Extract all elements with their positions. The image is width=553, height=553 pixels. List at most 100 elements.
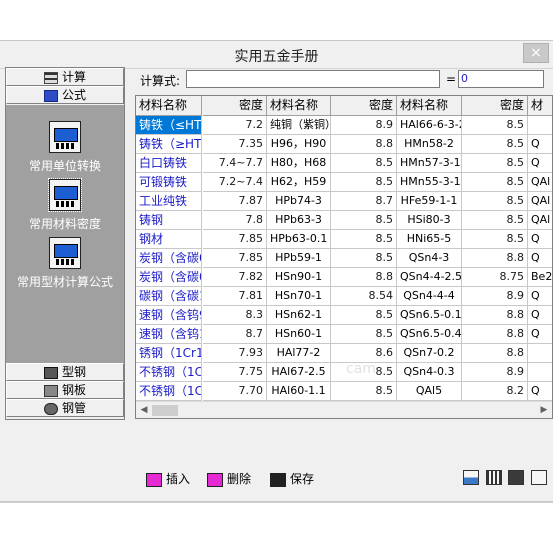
table-cell[interactable]: HPb63-0.1 xyxy=(267,230,331,249)
table-cell[interactable]: 速钢（含钨18 xyxy=(136,325,202,344)
table-cell[interactable]: HAl66-6-3-2 xyxy=(397,116,462,135)
table-cell[interactable]: 锈钢（1Cr18Ni xyxy=(136,344,202,363)
table-cell[interactable]: 7.8 xyxy=(203,211,267,230)
table-cell[interactable]: 7.87 xyxy=(203,192,267,211)
table-cell[interactable]: 炭钢（含碳0.4 xyxy=(136,268,202,287)
table-row[interactable]: 铸铁（≤HT207.2纯铜（紫铜）8.9HAl66-6-3-28.5 xyxy=(136,116,552,135)
table-row[interactable]: 可锻铸铁 7.2~7.4 H62，H59 8.5 HMn55-3-1 8.5 QAl xyxy=(136,173,552,192)
table-row[interactable]: 工业纯铁 7.87 HPb74-3 8.7 HFe59-1-1 8.5 QAl xyxy=(136,192,552,211)
table-cell[interactable]: HSn70-1 xyxy=(267,287,331,306)
table-cell[interactable]: 7.70 xyxy=(203,382,267,401)
table-cell[interactable]: QAl xyxy=(528,173,552,192)
table-cell[interactable]: QAl xyxy=(528,211,552,230)
table-cell[interactable]: Q xyxy=(528,306,552,325)
table-row[interactable]: 速钢（含钨9%8.3HSn62-18.5QSn6.5-0.18.8Q xyxy=(136,306,552,325)
table-cell[interactable]: HAl67-2.5 xyxy=(267,363,331,382)
column-header[interactable]: 密度 xyxy=(331,96,397,116)
table-cell[interactable]: 8.9 xyxy=(462,287,528,306)
print-icon[interactable] xyxy=(508,470,524,485)
table-cell[interactable]: 8.5 xyxy=(462,173,528,192)
scroll-thumb[interactable] xyxy=(152,405,178,416)
table-cell[interactable]: 铸钢 xyxy=(136,211,202,230)
table-cell[interactable]: HPb63-3 xyxy=(267,211,331,230)
table-cell[interactable]: 8.8 xyxy=(462,325,528,344)
table-cell[interactable]: 速钢（含钨9% xyxy=(136,306,202,325)
table-row[interactable]: 不锈钢（1Cr137.75HAl67-2.58.5QSn4-0.38.9 xyxy=(136,363,552,382)
table-cell[interactable]: HMn57-3-1 xyxy=(397,154,462,173)
table-cell[interactable]: HPb59-1 xyxy=(267,249,331,268)
scroll-left-icon[interactable]: ◀ xyxy=(138,404,150,416)
nav-button-formula[interactable]: 公式 xyxy=(6,86,124,104)
table-cell[interactable]: 8.2 xyxy=(462,382,528,401)
table-cell[interactable] xyxy=(528,363,552,382)
close-button[interactable]: × xyxy=(523,43,549,63)
table-cell[interactable]: 铸铁（≤HT20 xyxy=(136,116,202,135)
table-cell[interactable] xyxy=(528,116,552,135)
table-cell[interactable]: H62，H59 xyxy=(267,173,331,192)
table-cell[interactable]: 钢材 xyxy=(136,230,202,249)
table-cell[interactable]: 8.8 xyxy=(331,135,397,154)
column-header[interactable]: 密度 xyxy=(462,96,528,116)
table-cell[interactable]: 7.35 xyxy=(203,135,267,154)
table-cell[interactable]: 8.5 xyxy=(331,325,397,344)
insert-button[interactable]: 插入 xyxy=(146,470,190,488)
table-cell[interactable]: 8.5 xyxy=(331,230,397,249)
nav-button-pipe[interactable]: 钢管 xyxy=(6,399,124,417)
table-cell[interactable]: 炭钢（含碳0.1 xyxy=(136,249,202,268)
table-cell[interactable]: 8.5 xyxy=(462,211,528,230)
table-cell[interactable]: HAl77-2 xyxy=(267,344,331,363)
table-cell[interactable]: 8.8 xyxy=(331,268,397,287)
table-cell[interactable]: HAl60-1.1 xyxy=(267,382,331,401)
table-row[interactable]: 速钢（含钨188.7HSn60-18.5QSn6.5-0.48.8Q xyxy=(136,325,552,344)
column-header[interactable]: 材料名称 xyxy=(397,96,462,116)
delete-button[interactable]: 删除 xyxy=(207,470,251,488)
table-cell[interactable]: 8.3 xyxy=(203,306,267,325)
table-cell[interactable]: 8.5 xyxy=(331,249,397,268)
table-cell[interactable]: Q xyxy=(528,154,552,173)
table-cell[interactable]: 8.7 xyxy=(331,192,397,211)
formula-input[interactable] xyxy=(186,70,440,88)
tool-profile-formula[interactable]: 常用型材计算公式 xyxy=(6,237,124,290)
table-cell[interactable]: QSn4-4-4 xyxy=(397,287,462,306)
table-cell[interactable]: HNi65-5 xyxy=(397,230,462,249)
table-cell[interactable] xyxy=(528,344,552,363)
table-cell[interactable]: 8.7 xyxy=(203,325,267,344)
table-cell[interactable]: QSn4-3 xyxy=(397,249,462,268)
table-cell[interactable]: 不锈钢（1Cr17 xyxy=(136,382,202,401)
table-cell[interactable]: QSn6.5-0.4 xyxy=(397,325,462,344)
table-cell[interactable]: QSn4-4-2.5 xyxy=(397,268,462,287)
table-cell[interactable]: 7.2~7.4 xyxy=(203,173,267,192)
tool-unit-conversion[interactable]: 常用单位转换 xyxy=(6,121,124,174)
table-cell[interactable]: HSn90-1 xyxy=(267,268,331,287)
table-row[interactable]: 铸铁（≥HT257.35H96，H908.8HMn58-28.5Q xyxy=(136,135,552,154)
table-cell[interactable]: 碳钢（含碳1% xyxy=(136,287,202,306)
column-header[interactable]: 材料名称 xyxy=(136,96,202,116)
table-cell[interactable]: HSn60-1 xyxy=(267,325,331,344)
table-cell[interactable]: 8.5 xyxy=(462,230,528,249)
table-cell[interactable]: Q xyxy=(528,325,552,344)
table-cell[interactable]: HMn55-3-1 xyxy=(397,173,462,192)
table-cell[interactable]: HFe59-1-1 xyxy=(397,192,462,211)
table-cell[interactable]: 7.85 xyxy=(203,230,267,249)
keyboard-icon[interactable] xyxy=(486,470,502,485)
table-cell[interactable]: 可锻铸铁 xyxy=(136,173,202,192)
table-cell[interactable]: 7.2 xyxy=(203,116,267,135)
table-cell[interactable]: 铸铁（≥HT25 xyxy=(136,135,202,154)
table-cell[interactable]: 8.5 xyxy=(462,135,528,154)
table-cell[interactable]: Q xyxy=(528,287,552,306)
import-icon[interactable] xyxy=(463,470,479,485)
density-table[interactable]: 材料名称密度材料名称密度材料名称密度材 铸铁（≤HT207.2纯铜（紫铜）8.9… xyxy=(135,95,553,419)
table-cell[interactable]: HSi80-3 xyxy=(397,211,462,230)
table-cell[interactable]: 8.5 xyxy=(331,306,397,325)
table-cell[interactable]: 7.82 xyxy=(203,268,267,287)
table-cell[interactable]: 8.54 xyxy=(331,287,397,306)
table-cell[interactable]: 8.5 xyxy=(331,154,397,173)
table-cell[interactable]: 8.5 xyxy=(462,192,528,211)
table-cell[interactable]: 7.4~7.7 xyxy=(203,154,267,173)
table-cell[interactable]: 8.75 xyxy=(462,268,528,287)
result-field[interactable]: 0 xyxy=(458,70,544,88)
nav-button-steel[interactable]: 型钢 xyxy=(6,363,124,381)
table-cell[interactable]: 8.5 xyxy=(331,211,397,230)
table-cell[interactable]: 8.8 xyxy=(462,306,528,325)
table-cell[interactable]: 纯铜（紫铜） xyxy=(267,116,331,135)
